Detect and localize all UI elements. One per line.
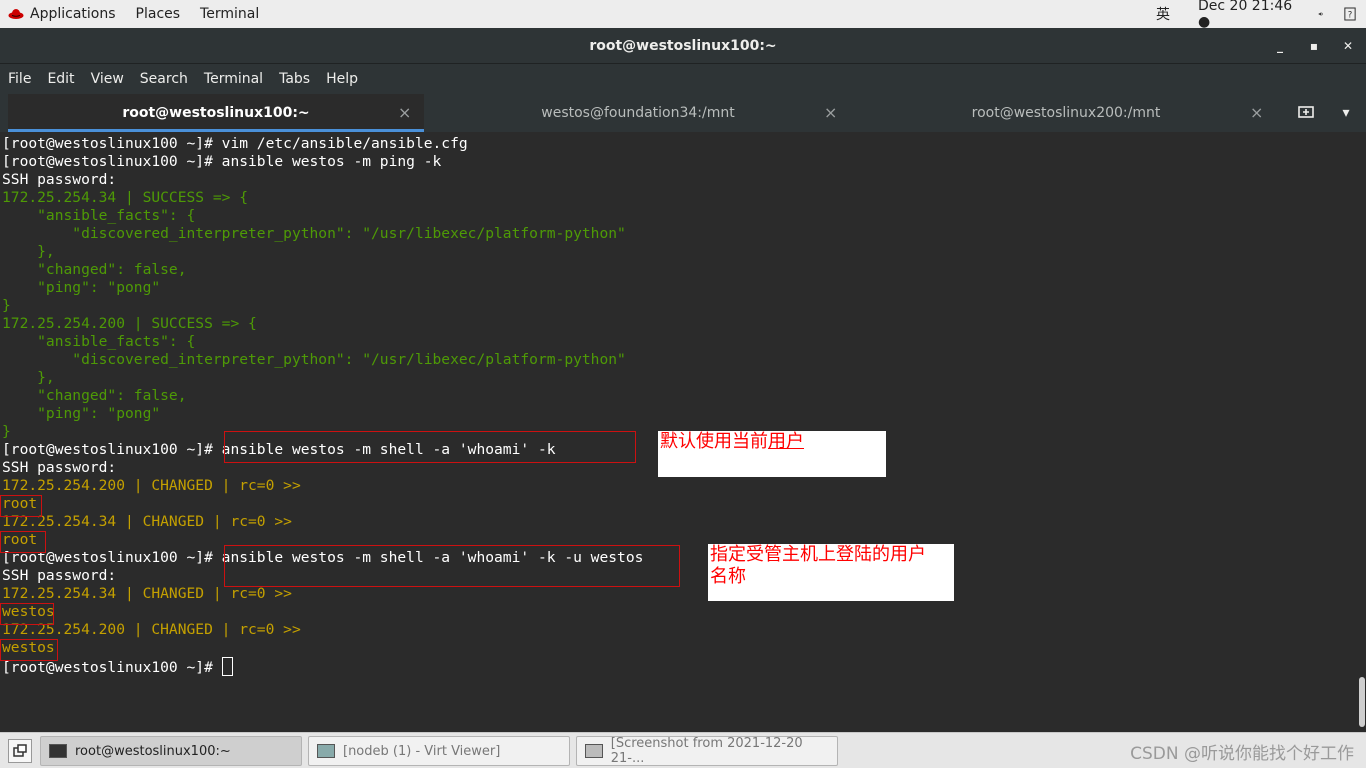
terminal-line: 172.25.254.200 | SUCCESS => { (2, 315, 257, 332)
terminal-line: "ping": "pong" (2, 405, 161, 422)
annotation-line1: 指定受管主机上登陆的用户 (710, 544, 926, 565)
window-title: root@westoslinux100:~ (589, 38, 777, 54)
taskbar-item-screenshot[interactable]: [Screenshot from 2021-12-20 21-... (576, 736, 838, 766)
menu-help[interactable]: Help (318, 64, 366, 94)
menu-view[interactable]: View (83, 64, 132, 94)
tab-label: root@westoslinux100:~ (122, 105, 310, 121)
terminal-line: } (2, 297, 11, 314)
shell-prompt: [root@westoslinux100 ~]# (2, 659, 222, 676)
tab-label: westos@foundation34:/mnt (541, 105, 735, 121)
highlight-box-shell-u-cmd (224, 545, 680, 587)
taskbar: root@westoslinux100:~ [nodeb (1) - Virt … (0, 732, 1366, 768)
terminal-line: 172.25.254.200 | CHANGED | rc=0 >> (2, 477, 301, 494)
taskbar-item-virt-viewer[interactable]: [nodeb (1) - Virt Viewer] (308, 736, 570, 766)
menu-file[interactable]: File (0, 64, 39, 94)
menu-search[interactable]: Search (132, 64, 196, 94)
terminal-line: westos (2, 603, 55, 620)
image-viewer-icon (585, 744, 603, 758)
taskbar-item-label: [nodeb (1) - Virt Viewer] (343, 743, 501, 759)
annotation-specify-user: 指定受管主机上登陆的用户 名称 (708, 544, 954, 601)
close-icon[interactable]: ✕ (1332, 28, 1364, 64)
terminal-prompt-line[interactable]: [root@westoslinux100 ~]# (0, 657, 1358, 676)
windows-icon (13, 744, 27, 757)
csdn-watermark: CSDN @听说你能找个好工作 (1130, 744, 1354, 764)
terminal-line: "changed": false, (2, 261, 187, 278)
taskbar-item-label: root@westoslinux100:~ (75, 743, 231, 759)
window-titlebar[interactable]: root@westoslinux100:~ _ ▪ ✕ (0, 28, 1366, 64)
terminal-line: "ansible_facts": { (2, 207, 196, 224)
places-menu[interactable]: Places (126, 0, 191, 28)
top-panel: Applications Places Terminal 英 Dec 20 21… (0, 0, 1366, 30)
terminal-line: 172.25.254.34 | SUCCESS => { (2, 189, 249, 206)
terminal-app-menu[interactable]: Terminal (190, 0, 269, 28)
show-desktop-icon[interactable] (8, 739, 32, 763)
virt-viewer-icon (317, 744, 335, 758)
tab-root-westoslinux200[interactable]: root@westoslinux200:/mnt × (852, 94, 1280, 132)
tab-westos-foundation34[interactable]: westos@foundation34:/mnt × (428, 94, 848, 132)
terminal-line: }, (2, 369, 55, 386)
annotation-default-user: 默认使用当前用户 (658, 431, 886, 477)
terminal-icon (49, 744, 67, 758)
applications-menu[interactable]: Applications (0, 0, 126, 28)
volume-icon[interactable] (1308, 0, 1334, 28)
menu-edit[interactable]: Edit (39, 64, 82, 94)
taskbar-item-terminal[interactable]: root@westoslinux100:~ (40, 736, 302, 766)
terminal-line: "discovered_interpreter_python": "/usr/l… (2, 351, 626, 368)
terminal-scrollbar[interactable] (1358, 132, 1366, 732)
highlight-box-root-2 (0, 531, 46, 553)
svg-text:?: ? (1348, 10, 1353, 20)
highlight-box-westos-1 (0, 603, 54, 625)
terminal-line: root (2, 495, 38, 512)
text-cursor (221, 657, 233, 676)
maximize-icon[interactable]: ▪ (1298, 28, 1330, 64)
scrollbar-thumb[interactable] (1359, 677, 1365, 727)
highlight-box-westos-2 (0, 639, 58, 661)
terminal-line: "ping": "pong" (2, 279, 161, 296)
redhat-logo-icon (8, 9, 24, 19)
annotation-text-underlined: 用户 (768, 431, 804, 452)
menu-tabs[interactable]: Tabs (271, 64, 318, 94)
tab-menu-chevron-down-icon[interactable]: ▾ (1334, 94, 1358, 132)
terminal-line: 172.25.254.34 | CHANGED | rc=0 >> (2, 513, 292, 530)
terminal-line: [root@westoslinux100 ~]# vim /etc/ansibl… (2, 135, 468, 152)
annotation-line2: 名称 (710, 566, 746, 587)
terminal-line: "ansible_facts": { (2, 333, 196, 350)
menu-terminal[interactable]: Terminal (196, 64, 271, 94)
terminal-line: 172.25.254.34 | CHANGED | rc=0 >> (2, 585, 292, 602)
terminal-plus-icon (1298, 106, 1314, 118)
taskbar-item-label: [Screenshot from 2021-12-20 21-... (610, 736, 803, 766)
terminal-line: SSH password: (2, 171, 117, 188)
help-icon[interactable]: ? (1334, 0, 1366, 28)
annotation-text: 默认使用当前 (660, 431, 768, 452)
tab-root-westoslinux100[interactable]: root@westoslinux100:~ × (8, 94, 424, 132)
tab-bar: root@westoslinux100:~ × westos@foundatio… (0, 94, 1366, 132)
terminal-line: westos (2, 639, 55, 656)
applications-label: Applications (30, 6, 116, 22)
minimize-icon[interactable]: _ (1264, 28, 1296, 64)
input-method-indicator[interactable]: 英 (1146, 0, 1188, 28)
terminal-line: "changed": false, (2, 387, 187, 404)
highlight-box-shell-cmd (224, 431, 636, 463)
tab-label: root@westoslinux200:/mnt (971, 105, 1161, 121)
highlight-box-root-1 (0, 495, 42, 517)
terminal-line: [root@westoslinux100 ~]# ansible westos … (2, 153, 442, 170)
menubar: File Edit View Search Terminal Tabs Help (0, 64, 1366, 94)
terminal-line: "discovered_interpreter_python": "/usr/l… (2, 225, 626, 242)
question-icon: ? (1344, 7, 1356, 21)
new-tab-icon[interactable] (1292, 94, 1320, 132)
clock[interactable]: Dec 20 21:46 ● (1188, 0, 1308, 30)
close-tab-icon[interactable]: × (398, 94, 411, 132)
terminal-line: 172.25.254.200 | CHANGED | rc=0 >> (2, 621, 301, 638)
close-tab-icon[interactable]: × (824, 94, 837, 132)
speaker-icon (1318, 12, 1323, 16)
terminal-line: }, (2, 243, 55, 260)
close-tab-icon[interactable]: × (1250, 94, 1263, 132)
